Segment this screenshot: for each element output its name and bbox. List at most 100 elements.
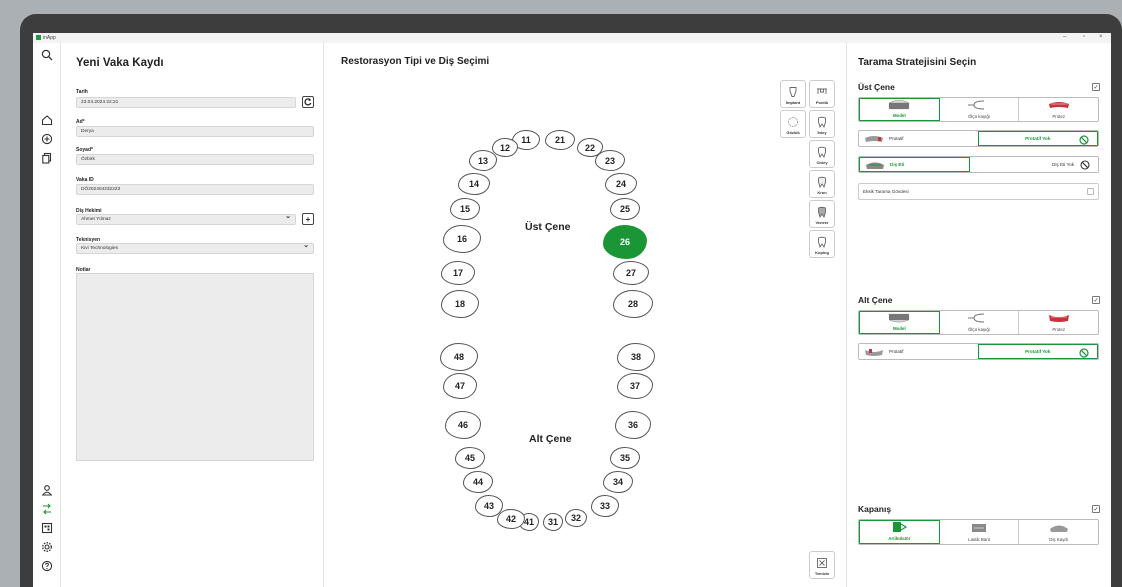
- app-title: inApp: [43, 35, 56, 41]
- model-icon: [889, 100, 910, 110]
- tooth-42[interactable]: 42: [497, 509, 525, 529]
- pontic-button[interactable]: Pontik: [809, 80, 835, 108]
- upper-jaw-checkbox[interactable]: ✓: [1092, 83, 1100, 91]
- tooth-46[interactable]: 46: [445, 411, 481, 439]
- upper-option-prosthesis[interactable]: Protez: [1019, 98, 1098, 121]
- bite-section-label: Kapanış: [858, 504, 892, 514]
- lower-option-prosthesis[interactable]: Protez: [1019, 311, 1098, 334]
- missing-scan-body-checkbox[interactable]: [1087, 188, 1094, 195]
- coping-button[interactable]: Koping: [809, 230, 835, 258]
- scan-strategy-panel: Tarama Stratejisini Seçin Üst Çene ✓ Mod…: [848, 43, 1111, 587]
- crown-button[interactable]: Kron: [809, 170, 835, 198]
- clear-label: Temizle: [814, 571, 830, 576]
- upper-option-model[interactable]: Model: [859, 98, 940, 121]
- onlay-icon: [818, 146, 826, 158]
- plus-icon: +: [305, 214, 311, 224]
- tooth-43[interactable]: 43: [475, 495, 503, 517]
- search-icon[interactable]: [40, 48, 54, 62]
- chevron-down-icon: ⌄: [285, 213, 291, 220]
- tooth-32[interactable]: 32: [565, 509, 587, 527]
- name-field[interactable]: Derya: [76, 126, 314, 137]
- tooth-47[interactable]: 47: [443, 373, 477, 399]
- ban-icon: [1079, 348, 1089, 358]
- dentist-value: Ahmet Yılmaz: [81, 217, 111, 222]
- tooth-24[interactable]: 24: [605, 173, 637, 195]
- tooth-38[interactable]: 38: [617, 343, 655, 371]
- grid-icon[interactable]: [40, 521, 54, 535]
- home-icon[interactable]: [40, 113, 54, 127]
- onlay-button[interactable]: Onley: [809, 140, 835, 168]
- lower-option-model[interactable]: Model: [859, 311, 940, 334]
- lower-jaw-section-label: Alt Çene: [858, 295, 893, 305]
- tooth-selection-panel: Restorasyon Tipi ve Diş Seçimi 11 12 13 14 1…: [325, 43, 847, 587]
- missing-scan-body-field[interactable]: Eksik Tarama Gövdesi: [858, 183, 1099, 200]
- clear-button[interactable]: Temizle: [809, 551, 835, 579]
- settings-icon[interactable]: [40, 540, 54, 554]
- upper-protatif-yok-option[interactable]: Protatif Yok: [977, 131, 1098, 146]
- plus-circle-icon[interactable]: [40, 132, 54, 146]
- tooth-34[interactable]: 34: [603, 471, 633, 493]
- glasses-label: Gözlük: [786, 130, 800, 135]
- tooth-15[interactable]: 15: [450, 198, 480, 220]
- upper-protatif-option[interactable]: Protatif: [859, 131, 978, 146]
- lower-protatif-option[interactable]: Protatif: [859, 344, 978, 359]
- route-icon[interactable]: [40, 502, 54, 516]
- refresh-date-button[interactable]: [302, 96, 314, 108]
- tooth-21[interactable]: 21: [545, 130, 575, 150]
- date-field[interactable]: 23.04.2024 22:21: [76, 97, 296, 108]
- articulator-icon: [893, 522, 908, 532]
- lower-prothesis-toggle: Protatif Protatif Yok: [858, 343, 1099, 360]
- help-icon[interactable]: [40, 559, 54, 573]
- bite-option-rubber-band[interactable]: Lastik Bant: [940, 520, 1020, 544]
- upper-no-gum-option[interactable]: Diş Eti Yok: [970, 157, 1098, 172]
- bite-checkbox[interactable]: ✓: [1092, 505, 1100, 513]
- implant-button[interactable]: İmplant: [780, 80, 806, 108]
- title-bar: inApp – ▫ ×: [33, 33, 1111, 43]
- tooth-27[interactable]: 27: [613, 261, 649, 285]
- tooth-25[interactable]: 25: [610, 198, 640, 220]
- tooth-37[interactable]: 37: [617, 373, 653, 399]
- upper-gum-option[interactable]: Diş Eti: [859, 157, 970, 172]
- veneer-button[interactable]: Veneer: [809, 200, 835, 228]
- tooth-16[interactable]: 16: [443, 225, 481, 253]
- bite-option-registration[interactable]: Diş Kaydı: [1019, 520, 1098, 544]
- tooth-12[interactable]: 12: [492, 138, 518, 157]
- tooth-33[interactable]: 33: [591, 495, 619, 517]
- inlay-button[interactable]: İnley: [809, 110, 835, 138]
- tooth-18[interactable]: 18: [441, 290, 479, 318]
- tooth-48[interactable]: 48: [440, 343, 478, 371]
- maximize-button[interactable]: ▫: [1083, 34, 1085, 40]
- dentist-select[interactable]: Ahmet Yılmaz ⌄: [76, 213, 296, 225]
- bite-registration-icon: [1049, 525, 1068, 532]
- tooth-13[interactable]: 13: [469, 150, 497, 171]
- add-dentist-button[interactable]: +: [302, 213, 314, 225]
- glasses-button[interactable]: Gözlük: [780, 110, 806, 138]
- bite-option-articulator[interactable]: Artikülatör: [859, 520, 940, 544]
- tooth-17[interactable]: 17: [441, 261, 475, 285]
- close-button[interactable]: ×: [1099, 34, 1103, 40]
- tooth-36[interactable]: 36: [615, 411, 651, 439]
- notes-textarea[interactable]: [76, 273, 314, 461]
- implant-label: İmplant: [785, 100, 801, 105]
- upper-option-impression-tray[interactable]: Ölçü kaşığı: [940, 98, 1020, 121]
- technician-select[interactable]: Kivi Technologies ⌄: [76, 242, 314, 254]
- minimize-button[interactable]: –: [1063, 34, 1066, 40]
- upper-jaw-label: Üst Çene: [525, 221, 571, 233]
- tooth-35[interactable]: 35: [610, 447, 640, 469]
- copy-icon[interactable]: [40, 151, 54, 165]
- inlay-icon: [818, 116, 826, 128]
- tooth-31[interactable]: 31: [543, 513, 563, 531]
- lower-protatif-yok-option[interactable]: Protatif Yok: [977, 344, 1098, 359]
- case-id-field[interactable]: DÖ202404232223: [76, 184, 314, 195]
- tooth-45[interactable]: 45: [455, 447, 485, 469]
- surname-field[interactable]: Özbirk: [76, 154, 314, 165]
- tooth-23[interactable]: 23: [595, 150, 625, 171]
- tooth-44[interactable]: 44: [463, 471, 493, 493]
- tooth-26[interactable]: 26: [603, 225, 647, 259]
- user-icon[interactable]: [40, 483, 54, 497]
- lower-jaw-checkbox[interactable]: ✓: [1092, 296, 1100, 304]
- tooth-14[interactable]: 14: [458, 173, 490, 195]
- lower-option-impression-tray[interactable]: Ölçü kaşığı: [940, 311, 1020, 334]
- chevron-down-icon: ⌄: [303, 242, 309, 249]
- tooth-28[interactable]: 28: [613, 290, 653, 318]
